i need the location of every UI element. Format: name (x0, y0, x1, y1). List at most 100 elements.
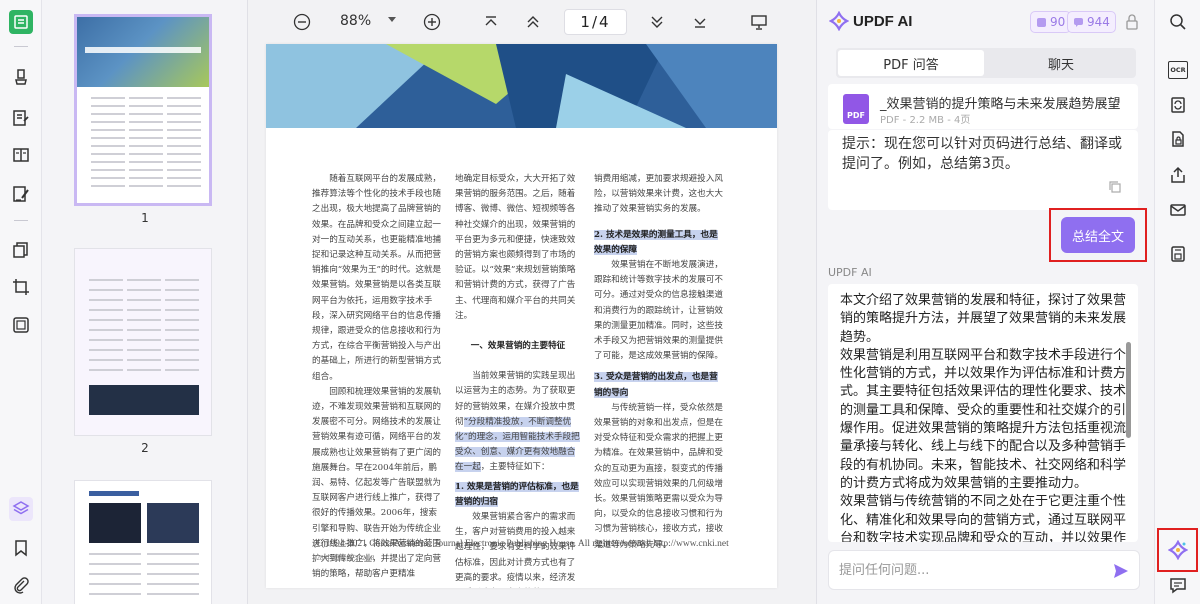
document-paragraph: 随着互联网平台的发展成熟，推荐算法等个性化的技术手段也随之出现，极大地提高了品牌… (312, 174, 442, 382)
annotation-box (1049, 208, 1147, 262)
zoom-level[interactable]: 88% (340, 13, 371, 29)
form-icon[interactable] (9, 143, 33, 167)
page-banner-art (266, 44, 777, 128)
document-paragraph: 销费用缩减，更加要求规避投入风险，以营销效果来计费，这也大大推动了效果营销实务的… (594, 174, 723, 215)
thumbnail-image (147, 503, 199, 543)
document-subsection-heading: 1. 效果是营销的评估标准，也是营销的归宿 (455, 481, 579, 507)
send-icon (1114, 564, 1128, 578)
comment-icon[interactable] (1166, 573, 1190, 597)
crop-icon[interactable] (9, 275, 33, 299)
annotation-box (1157, 528, 1198, 572)
hint-card: 提示：现在您可以针对页码进行总结、翻译或提问了。例如，总结第3页。 (828, 130, 1138, 210)
thumbnail-image (89, 385, 199, 415)
credit-count-1: 90 (1050, 15, 1066, 29)
ai-panel-title: UPDF AI (853, 13, 913, 30)
credit-badge-1: 90 (1030, 11, 1072, 33)
send-button[interactable] (1110, 560, 1132, 582)
document-area: 88% 1 / 4 随着互联网平台的发展成熟，推荐算法等个性化的技术手段也随之出… (248, 0, 816, 604)
zoom-in-icon (423, 13, 441, 31)
presentation-button[interactable] (748, 11, 770, 33)
right-toolbar: OCR (1154, 0, 1200, 604)
ai-answer-card: 本文介绍了效果营销的发展和特征，探讨了效果营销的策略提升方法，并展望了效果营销的… (828, 284, 1138, 542)
file-card: PDF _效果营销的提升策略与未来发展趋势展望 PDF - 2.2 MB - 4… (828, 84, 1138, 129)
total-pages: 4 (599, 13, 611, 31)
document-paragraph: 效果营销紧合客户的需求而生，客户对营销费用的投入越来越理性，要求有更科学的效果评… (455, 512, 576, 583)
sign-icon[interactable] (9, 182, 33, 206)
document-text: ，主要特征如下： (480, 462, 550, 473)
toolbar-divider (14, 46, 28, 47)
share-icon[interactable] (1166, 163, 1190, 187)
reader-icon[interactable] (9, 10, 33, 34)
thumbnail-label-1: 1 (141, 211, 149, 225)
chat-credit-icon (1074, 17, 1083, 27)
first-page-icon (485, 16, 497, 26)
ai-answer-text: 本文介绍了效果营销的发展和特征，探讨了效果营销的策略提升方法，并展望了效果营销的… (840, 293, 1127, 542)
document-column-3: 销费用缩减，更加要求规避投入风险，以营销效果来计费，这也大大推动了效果营销实务的… (594, 172, 724, 553)
document-page: 随着互联网平台的发展成熟，推荐算法等个性化的技术手段也随之出现，极大地提高了品牌… (266, 44, 777, 588)
left-toolbar (0, 0, 42, 604)
previous-page-button[interactable] (522, 11, 544, 33)
document-paragraph: 当前效果营销的实践呈现出以运营为主的态势。为了获取更好的营销效果，在媒介投放中贯… (455, 369, 581, 475)
zoom-out-button[interactable] (291, 11, 313, 33)
protect-icon[interactable] (1166, 127, 1190, 151)
answer-scrollbar[interactable] (1126, 342, 1131, 438)
zoom-out-icon (293, 13, 311, 31)
ai-sender-label: UPDF AI (828, 266, 872, 279)
next-page-button[interactable] (646, 11, 668, 33)
copy-icon[interactable] (1108, 180, 1122, 194)
credit-icon (1037, 17, 1046, 27)
bookmark-icon[interactable] (9, 536, 33, 560)
document-paragraph: 地确定目标受众，大大开拓了效果营销的服务范围。之后，随着博客、微博、微信、短视频… (455, 174, 576, 321)
file-name: _效果营销的提升策略与未来发展趋势展望 (880, 97, 1121, 112)
email-icon[interactable] (1166, 198, 1190, 222)
thumbnail-page-1[interactable] (74, 14, 212, 206)
thumbnail-panel: 1 2 (42, 0, 248, 604)
credit-badge-2: 944 (1067, 11, 1116, 33)
double-chevron-up-icon (527, 16, 539, 28)
ai-tabs: PDF 问答 聊天 (836, 48, 1136, 78)
document-paragraph: 与传统营销一样，受众依然是效果营销的对象和出发点，但是在对受众特征和受众需求的把… (594, 402, 723, 550)
edit-text-icon[interactable] (9, 106, 33, 130)
toolbar-divider (14, 220, 28, 221)
ai-panel: UPDF AI 90 944 PDF 问答 聊天 PDF _效果营销的提升策略与… (816, 0, 1154, 604)
document-footer-meta: 028 中國廣告 2021.8 (313, 554, 375, 562)
document-paragraph: 效果营销在不断地发展演进，跟踪和统计等数字技术的发展可不可分。通过对受众的信息接… (594, 260, 723, 362)
highlighter-icon[interactable] (9, 65, 33, 89)
search-icon[interactable] (1166, 10, 1190, 34)
last-page-button[interactable] (689, 11, 711, 33)
document-footer: (C)1994-2021 China Academic Journal Elec… (313, 539, 729, 549)
layers-icon[interactable] (9, 497, 33, 521)
convert-icon[interactable] (1166, 93, 1190, 117)
document-subsection-heading: 3. 受众是营销的出发点，也是营销的导向 (594, 372, 718, 398)
question-box (828, 550, 1140, 590)
page-separator: / (591, 13, 600, 31)
zoom-dropdown-icon[interactable] (388, 17, 396, 22)
document-subsection-heading: 2. 技术是效果的测量工具，也是效果的保障 (594, 229, 718, 255)
document-toolbar: 88% 1 / 4 (248, 0, 816, 44)
ocr-icon[interactable]: OCR (1166, 58, 1190, 82)
first-page-button[interactable] (480, 11, 502, 33)
save-icon[interactable] (1166, 242, 1190, 266)
document-column-2: 地确定目标受众，大大开拓了效果营销的服务范围。之后，随着博客、微博、微信、短视频… (455, 172, 581, 588)
tab-pdf-qa[interactable]: PDF 问答 (838, 50, 984, 76)
thumbnail-header-bar (89, 491, 139, 496)
current-page-number[interactable]: 1 (580, 13, 592, 31)
presentation-icon (751, 15, 767, 30)
credit-count-2: 944 (1087, 15, 1110, 29)
hint-text: 提示：现在您可以针对页码进行总结、翻译或提问了。例如，总结第3页。 (842, 136, 1122, 172)
question-input[interactable] (839, 559, 1099, 581)
ocr-label: OCR (1168, 61, 1188, 79)
tab-chat[interactable]: 聊天 (988, 50, 1134, 76)
page-number-field[interactable]: 1 / 4 (564, 9, 627, 35)
lock-icon[interactable] (1125, 13, 1139, 31)
tools-icon[interactable] (9, 313, 33, 337)
thumbnail-label-2: 2 (141, 441, 149, 455)
organize-pages-icon[interactable] (9, 238, 33, 262)
pdf-file-icon: PDF (843, 94, 869, 124)
thumbnail-page-3[interactable] (74, 480, 212, 604)
thumbnail-image (89, 503, 141, 543)
zoom-in-button[interactable] (421, 11, 443, 33)
thumbnail-page-2[interactable] (74, 248, 212, 436)
attachment-icon[interactable] (9, 573, 33, 597)
document-section-heading: 一、效果营销的主要特征 (470, 341, 566, 352)
